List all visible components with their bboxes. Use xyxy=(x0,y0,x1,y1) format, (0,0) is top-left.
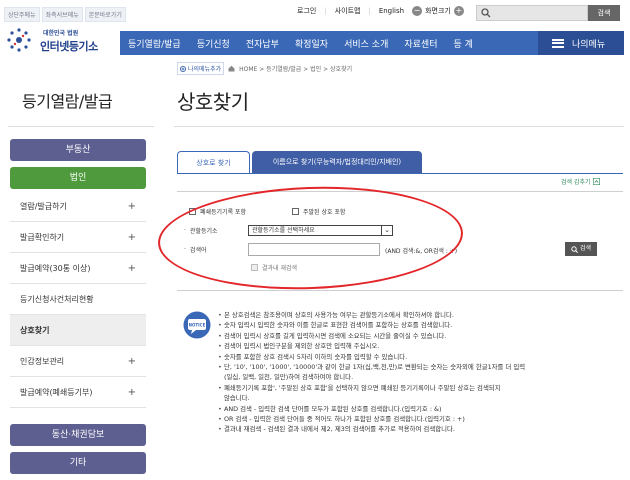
home-icon xyxy=(228,65,235,72)
notice-item-continued: 않습니다. xyxy=(224,394,250,403)
sidebar-button-movable[interactable]: 동산·채권담보 xyxy=(10,424,146,446)
sidebar-item-label: 상호찾기 xyxy=(20,325,50,335)
logo[interactable]: 대한민국 법원 인터넷등기소 xyxy=(6,27,114,57)
sidebar-item-find-trade-name[interactable]: 상호찾기 xyxy=(10,315,146,346)
login-link[interactable]: 로그인 xyxy=(297,6,316,16)
gnb-item-data-center[interactable]: 자료센터 xyxy=(396,37,445,50)
my-menu-label: 나의메뉴 xyxy=(572,39,606,50)
sidebar-item-verify[interactable]: 발급확인하기 + xyxy=(10,222,146,253)
expand-plus-icon: + xyxy=(127,355,136,367)
notice-item: 결과내 재검색 - 검색된 결과 내에서 제2, 제3의 검색어를 추가로 적용… xyxy=(218,424,623,434)
notice-item: AND 검색 - 입력한 검색 단어를 모두가 포함된 상호를 검색합니다.(입… xyxy=(218,404,623,414)
breadcrumb-path[interactable]: HOME > 등기열람/발급 > 법인 > 상호찾기 xyxy=(239,64,352,73)
sidebar-item-label: 발급확인하기 xyxy=(20,232,65,242)
sidebar-button-corporation[interactable]: 법인 xyxy=(10,167,146,189)
expand-plus-icon: + xyxy=(127,231,136,243)
divider xyxy=(177,173,623,174)
sidebar-item-label: 열람/발급하기 xyxy=(20,201,67,211)
search-icon xyxy=(481,8,491,18)
zoom-control: − 화면크기 + xyxy=(412,6,464,16)
zoom-in-button[interactable]: + xyxy=(453,6,464,16)
breadcrumb: 나의메뉴추가 HOME > 등기열람/발급 > 법인 > 상호찾기 xyxy=(177,62,352,75)
gnb-item-service-intro[interactable]: 서비스 소개 xyxy=(336,37,396,50)
expand-plus-icon: + xyxy=(127,200,136,212)
notice-item: 본 상호검색은 참조용이며 상호의 사용가능 여부는 관할등기소에서 확인하셔야… xyxy=(218,310,623,320)
notice-item-continued: (일십, 일백, 일천, 일만)하여 검색하여야 합니다. xyxy=(224,373,354,382)
sidebar-item-view-issue[interactable]: 열람/발급하기 + xyxy=(10,191,146,222)
collapse-search-button[interactable]: 검색 감추기 xyxy=(561,177,600,186)
sidebar-item-label: 인감정보관리 xyxy=(20,356,65,366)
divider: | xyxy=(368,7,371,15)
notice-item: 검색어 입력시 상호를 길게 입력하시면 검색에 소요되는 시간을 줄이실 수 … xyxy=(218,331,623,341)
english-link[interactable]: English xyxy=(379,7,404,15)
notice-icon: NOTICE xyxy=(183,311,211,339)
add-my-menu-label: 나의메뉴추가 xyxy=(188,66,222,73)
gnb-item-statistics[interactable]: 등 계 xyxy=(445,37,480,50)
sidebar-item-label: 등기신청사건처리현황 xyxy=(20,294,94,304)
main-navigation: 등기열람/발급 등기신청 전자납부 확정일자 서비스 소개 자료센터 등 계 xyxy=(120,31,538,55)
tab-by-trade-name[interactable]: 상호로 찾기 xyxy=(177,151,250,173)
site-search-input[interactable] xyxy=(476,5,588,21)
zoom-label: 화면크기 xyxy=(425,7,451,15)
gnb-item-view-issue[interactable]: 등기열람/발급 xyxy=(120,37,189,50)
sidebar-button-etc[interactable]: 기타 xyxy=(10,452,146,474)
page-title: 상호찾기 xyxy=(177,90,249,114)
zoom-out-button[interactable]: − xyxy=(412,6,423,16)
expand-plus-icon: + xyxy=(127,262,136,274)
sidebar-item-seal-info[interactable]: 인감정보관리 + xyxy=(10,346,146,377)
notice-icon-label: NOTICE xyxy=(189,323,206,328)
add-my-menu-button[interactable]: 나의메뉴추가 xyxy=(177,62,225,75)
skip-link-main-menu[interactable]: 상단주메뉴 xyxy=(4,7,40,22)
notice-item: OR 검색 - 입력한 검색 단어들 중 적어도 하나가 포함된 상호를 검색합… xyxy=(218,414,623,424)
skip-link-content[interactable]: 본문바로가기 xyxy=(84,7,126,22)
divider xyxy=(174,126,624,127)
collapse-search-label: 검색 감추기 xyxy=(561,179,591,186)
search-button-label: 검색 xyxy=(579,245,592,252)
gnb-item-payment[interactable]: 전자납부 xyxy=(238,37,287,50)
court-seal-icon xyxy=(7,28,31,52)
expand-plus-icon: + xyxy=(127,386,136,398)
site-search-button[interactable]: 검색 xyxy=(588,5,620,21)
tab-by-person-name[interactable]: 이름으로 찾기(무능력자/법정대리인/지배인) xyxy=(252,151,422,173)
hamburger-icon xyxy=(552,38,564,48)
search-button[interactable]: 검색 xyxy=(565,242,597,256)
plus-circle-icon xyxy=(180,65,186,72)
logo-subtitle: 대한민국 법원 xyxy=(43,30,79,37)
sidebar-item-reservation[interactable]: 발급예약(30통 이상) + xyxy=(10,253,146,284)
sidebar-button-realestate[interactable]: 부동산 xyxy=(10,139,146,161)
sidebar-item-label: 발급예약(폐쇄등기부) xyxy=(20,387,93,397)
notice-item: 숫자 입력시 입력한 숫자와 이를 한글로 표현한 검색어를 포함하는 상호를 … xyxy=(218,320,623,330)
divider xyxy=(8,126,154,127)
divider: | xyxy=(324,7,327,15)
skip-link-sub-menu[interactable]: 좌측서브메뉴 xyxy=(41,7,83,22)
my-menu-button[interactable]: 나의메뉴 xyxy=(538,31,624,55)
chevron-up-icon xyxy=(592,178,600,185)
notice-list: 본 상호검색은 참조용이며 상호의 사용가능 여부는 관할등기소에서 확인하셔야… xyxy=(218,310,623,435)
gnb-item-fixed-date[interactable]: 확정일자 xyxy=(287,37,336,50)
search-icon xyxy=(571,245,578,253)
sidebar-title: 등기열람/발급 xyxy=(22,92,113,111)
notice-item: 숫자를 포함한 상호 검색시 5자리 이하의 숫자를 입력할 수 있습니다. xyxy=(218,352,623,362)
skip-links: 상단주메뉴 좌측서브메뉴 본문바로가기 xyxy=(4,7,126,22)
sitemap-link[interactable]: 사이트맵 xyxy=(335,6,361,16)
sidebar-item-case-status[interactable]: 등기신청사건처리현황 xyxy=(10,284,146,315)
notice-item: 단, '10', '100', '1000', '10000'과 같이 한글 1… xyxy=(218,362,623,372)
gnb-item-application[interactable]: 등기신청 xyxy=(189,37,238,50)
sidebar-item-label: 발급예약(30통 이상) xyxy=(20,263,91,273)
top-utility-bar: 상단주메뉴 좌측서브메뉴 본문바로가기 로그인 | 사이트맵 | English… xyxy=(0,0,630,24)
notice-item: 검색어 입력시 법인구분을 제외한 상호만 입력해 주십시오. xyxy=(218,341,623,351)
logo-title: 인터넷등기소 xyxy=(40,40,98,53)
sidebar-item-closed-reservation[interactable]: 발급예약(폐쇄등기부) + xyxy=(10,377,146,408)
utility-links: 로그인 | 사이트맵 | English − 화면크기 + xyxy=(297,6,464,16)
notice-item: 폐쇄등기기록 포함', '주말된 상호 포함'을 선택하지 않으면 폐쇄된 등기… xyxy=(218,383,623,393)
